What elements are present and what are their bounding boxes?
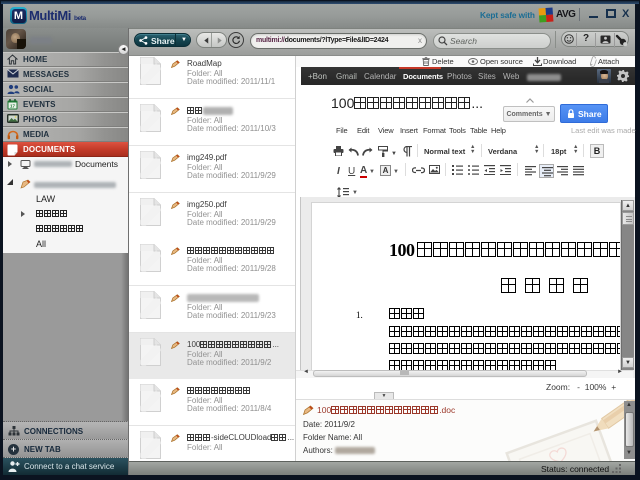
svg-text:17: 17 <box>10 104 16 109</box>
